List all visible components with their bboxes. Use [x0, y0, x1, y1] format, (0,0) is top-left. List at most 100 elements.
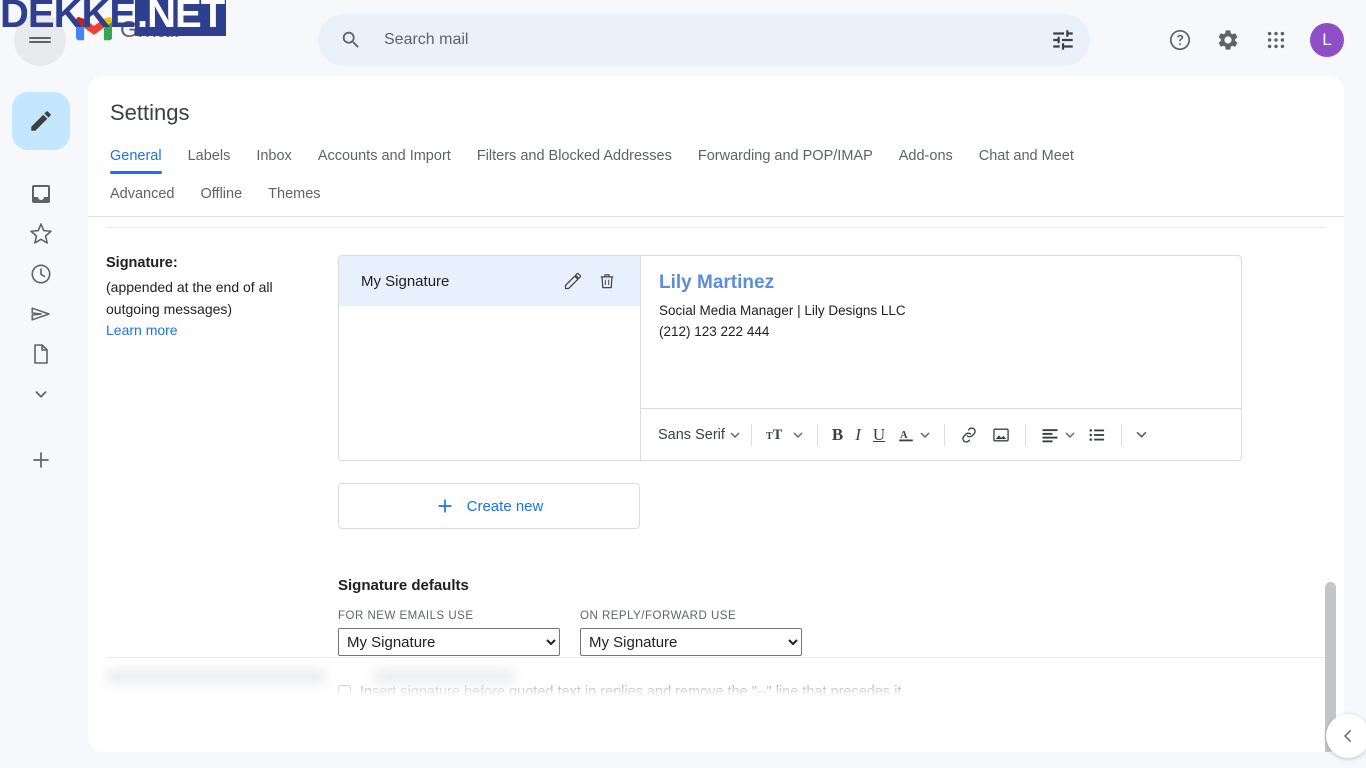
link-icon	[962, 426, 976, 443]
signature-preview-panel: Lily Martinez Social Media Manager | Lil…	[640, 255, 1242, 461]
bulleted-list-icon	[1089, 428, 1105, 441]
settings-card: Settings General Labels Inbox Accounts a…	[88, 76, 1344, 752]
insert-link-button[interactable]	[954, 418, 984, 452]
signature-preview-body[interactable]: Lily Martinez Social Media Manager | Lil…	[641, 256, 1241, 408]
obscured-text-block	[374, 672, 514, 688]
sidebar-item-compose[interactable]	[12, 92, 70, 150]
sidebar-rail	[0, 80, 82, 768]
signature-list: My Signature	[338, 255, 640, 461]
new-emails-signature-select[interactable]: My Signature	[338, 628, 560, 656]
watermark-left-text: DEKKE	[0, 0, 136, 36]
help-icon[interactable]	[1158, 18, 1202, 62]
signature-preview-line3: (212) 123 222 444	[659, 323, 770, 339]
sidebar-item-more[interactable]	[16, 374, 66, 414]
bulleted-list-button[interactable]	[1082, 418, 1112, 452]
obscured-text-block	[106, 672, 326, 688]
dekke-net-watermark: DEKKE.NET	[0, 0, 227, 36]
align-left-icon	[1042, 428, 1058, 442]
reply-forward-caption: ON REPLY/FORWARD USE	[580, 610, 737, 622]
trash-glyph	[600, 274, 614, 289]
settings-gear-icon	[1218, 30, 1238, 50]
more-options-dropdown[interactable]	[1131, 418, 1152, 452]
sidebar-item-snoozed[interactable]	[16, 254, 66, 294]
underline-button[interactable]: U	[868, 418, 890, 452]
learn-more-link[interactable]: Learn more	[106, 322, 178, 338]
google-apps-icon	[1267, 31, 1285, 49]
align-dropdown[interactable]	[1035, 418, 1080, 452]
toolbar-divider	[944, 423, 946, 446]
chevron-down-icon	[793, 432, 803, 438]
settings-content: Signature: (appended at the end of all o…	[88, 217, 1344, 705]
sidebar-item-inbox[interactable]	[16, 174, 66, 214]
tab-add-ons[interactable]: Add-ons	[899, 144, 953, 174]
sidebar-item-sent[interactable]	[16, 294, 66, 334]
collapse-panel-button[interactable]	[1326, 714, 1366, 758]
send-icon	[31, 307, 50, 321]
pencil-edit-icon[interactable]	[556, 271, 590, 291]
text-color-icon: A	[899, 430, 913, 441]
new-emails-default-group: FOR NEW EMAILS USE My Signature	[338, 610, 560, 656]
tab-general[interactable]: General	[110, 144, 162, 174]
tab-forwarding-and-pop-imap[interactable]: Forwarding and POP/IMAP	[698, 144, 873, 174]
svg-text:A: A	[900, 430, 908, 441]
reply-forward-default-group: ON REPLY/FORWARD USE My Signature	[580, 610, 802, 656]
signature-editor: My Signature Lily Martinez Social Media …	[338, 255, 1344, 461]
tab-labels[interactable]: Labels	[188, 144, 231, 174]
section-divider	[106, 227, 1326, 228]
new-emails-caption: FOR NEW EMAILS USE	[338, 610, 474, 622]
font-size-dropdown[interactable]: T T	[761, 418, 808, 452]
gmail-settings-window: Gmail DEKKE.NET	[0, 0, 1366, 768]
tabs-row-primary: General Labels Inbox Accounts and Import…	[110, 144, 1344, 174]
tab-chat-and-meet[interactable]: Chat and Meet	[979, 144, 1074, 174]
clock-icon	[31, 264, 51, 284]
signature-list-item-name: My Signature	[361, 272, 450, 290]
sidebar-item-starred[interactable]	[16, 214, 66, 254]
search-input[interactable]	[384, 31, 1042, 49]
chevron-down-icon	[1136, 431, 1147, 438]
tabs-row-secondary: Advanced Offline Themes	[110, 182, 1344, 216]
signature-list-item[interactable]: My Signature	[339, 256, 640, 306]
chevron-left-icon	[1344, 730, 1351, 742]
signature-label-sub-line1: (appended at the end of all	[106, 279, 273, 295]
top-bar: Gmail DEKKE.NET	[0, 0, 1366, 80]
search-icon	[342, 31, 359, 48]
watermark-right-text: .NET	[135, 0, 227, 36]
search-bar[interactable]	[318, 14, 1090, 66]
settings-tabs: General Labels Inbox Accounts and Import…	[88, 126, 1344, 217]
gear-icon[interactable]	[1206, 18, 1250, 62]
sidebar-item-drafts[interactable]	[16, 334, 66, 374]
help-circle-icon	[1169, 29, 1191, 51]
page-title: Settings	[110, 100, 190, 125]
signature-preview-line2: Social Media Manager | Lily Designs LLC	[659, 303, 906, 318]
text-color-dropdown[interactable]: A	[892, 418, 935, 452]
font-size-icon: T T	[766, 427, 783, 443]
reply-forward-signature-select[interactable]: My Signature	[580, 628, 802, 656]
tab-accounts-and-import[interactable]: Accounts and Import	[318, 144, 451, 174]
font-family-dropdown[interactable]: Sans Serif	[653, 418, 742, 452]
avatar[interactable]: L	[1310, 23, 1344, 57]
sidebar-item-new-label[interactable]	[16, 440, 66, 480]
italic-button[interactable]: I	[850, 418, 866, 452]
tab-themes[interactable]: Themes	[268, 182, 320, 208]
signature-defaults-title: Signature defaults	[338, 577, 469, 594]
pencil-compose-icon	[31, 111, 51, 131]
toolbar-divider	[816, 423, 818, 446]
tab-inbox[interactable]: Inbox	[256, 144, 291, 174]
tab-filters-and-blocked-addresses[interactable]: Filters and Blocked Addresses	[477, 144, 672, 174]
chevron-down-icon	[920, 432, 930, 438]
draft-icon	[34, 344, 48, 364]
chevron-down-icon	[730, 432, 740, 438]
insert-image-button[interactable]	[986, 418, 1016, 452]
tab-offline[interactable]: Offline	[201, 182, 243, 208]
inbox-icon	[32, 185, 50, 203]
create-new-signature-button[interactable]: Create new	[338, 483, 640, 529]
svg-text:T: T	[773, 427, 783, 443]
apps-grid-icon[interactable]	[1254, 18, 1298, 62]
tune-options-icon[interactable]	[1050, 27, 1076, 53]
bold-button[interactable]: B	[827, 418, 848, 452]
tab-advanced[interactable]: Advanced	[110, 182, 175, 208]
signature-format-toolbar: Sans Serif T T B I U A	[641, 408, 1241, 460]
plus-icon	[33, 452, 49, 468]
chevron-down-icon	[35, 391, 47, 398]
trash-delete-icon[interactable]	[590, 271, 624, 291]
